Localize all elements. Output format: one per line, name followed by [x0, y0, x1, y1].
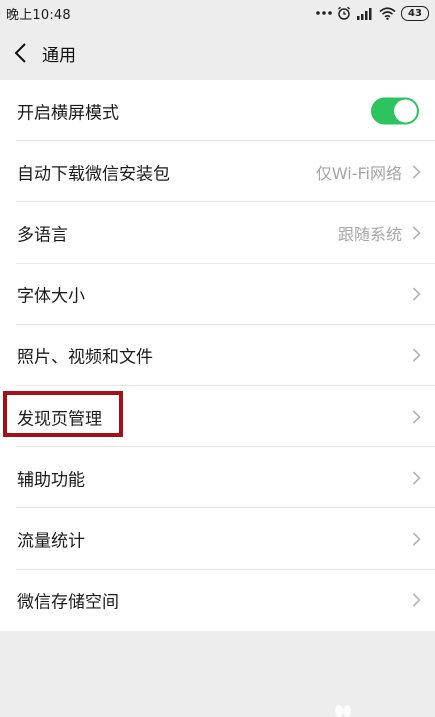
setting-landscape-mode[interactable]: 开启横屏模式 — [0, 80, 435, 142]
chevron-right-icon — [412, 226, 421, 240]
setting-label: 发现页管理 — [17, 409, 102, 430]
chevron-right-icon — [412, 409, 421, 424]
wifi-icon — [379, 6, 396, 20]
more-dots-icon — [316, 11, 332, 15]
setting-discover-management[interactable]: 发现页管理 — [0, 386, 435, 448]
battery-indicator: 43 — [401, 5, 429, 21]
landscape-toggle[interactable] — [371, 97, 419, 125]
setting-storage[interactable]: 微信存储空间 — [0, 570, 435, 631]
toggle-knob — [394, 99, 417, 123]
setting-accessibility[interactable]: 辅助功能 — [0, 447, 435, 509]
signal-icon — [357, 7, 372, 20]
nav-bar: 通用 — [0, 26, 435, 80]
chevron-right-icon — [412, 532, 421, 546]
setting-font-size[interactable]: 字体大小 — [0, 264, 435, 325]
setting-value: 跟随系统 — [337, 224, 402, 244]
chevron-right-icon — [412, 593, 421, 607]
page-title: 通用 — [42, 46, 76, 66]
setting-value: 仅Wi-Fi网络 — [315, 163, 402, 183]
chevron-right-icon — [412, 287, 421, 301]
chevron-left-icon[interactable] — [12, 42, 32, 64]
paw-watermark-icon — [335, 705, 351, 717]
alarm-icon — [338, 6, 350, 20]
setting-label: 流量统计 — [17, 531, 85, 552]
status-bar: 晚上10:48 43 — [0, 0, 435, 26]
setting-label: 字体大小 — [17, 286, 85, 307]
chevron-right-icon — [412, 348, 421, 362]
setting-label: 照片、视频和文件 — [17, 347, 153, 368]
chevron-right-icon — [412, 471, 421, 485]
setting-label: 自动下载微信安装包 — [17, 164, 170, 185]
setting-language[interactable]: 多语言 跟随系统 — [0, 202, 435, 264]
settings-list: 开启横屏模式 自动下载微信安装包 仅Wi-Fi网络 多语言 跟随系统 字体大小 … — [0, 80, 435, 631]
setting-label: 微信存储空间 — [17, 592, 119, 613]
setting-auto-download[interactable]: 自动下载微信安装包 仅Wi-Fi网络 — [0, 141, 435, 203]
status-icons: 43 — [316, 3, 429, 23]
setting-label: 辅助功能 — [17, 470, 85, 491]
setting-label: 开启横屏模式 — [17, 103, 119, 124]
setting-label: 多语言 — [17, 225, 68, 246]
setting-media-files[interactable]: 照片、视频和文件 — [0, 325, 435, 387]
setting-data-usage[interactable]: 流量统计 — [0, 508, 435, 570]
status-time: 晚上10:48 — [6, 8, 71, 23]
chevron-right-icon — [412, 165, 421, 179]
